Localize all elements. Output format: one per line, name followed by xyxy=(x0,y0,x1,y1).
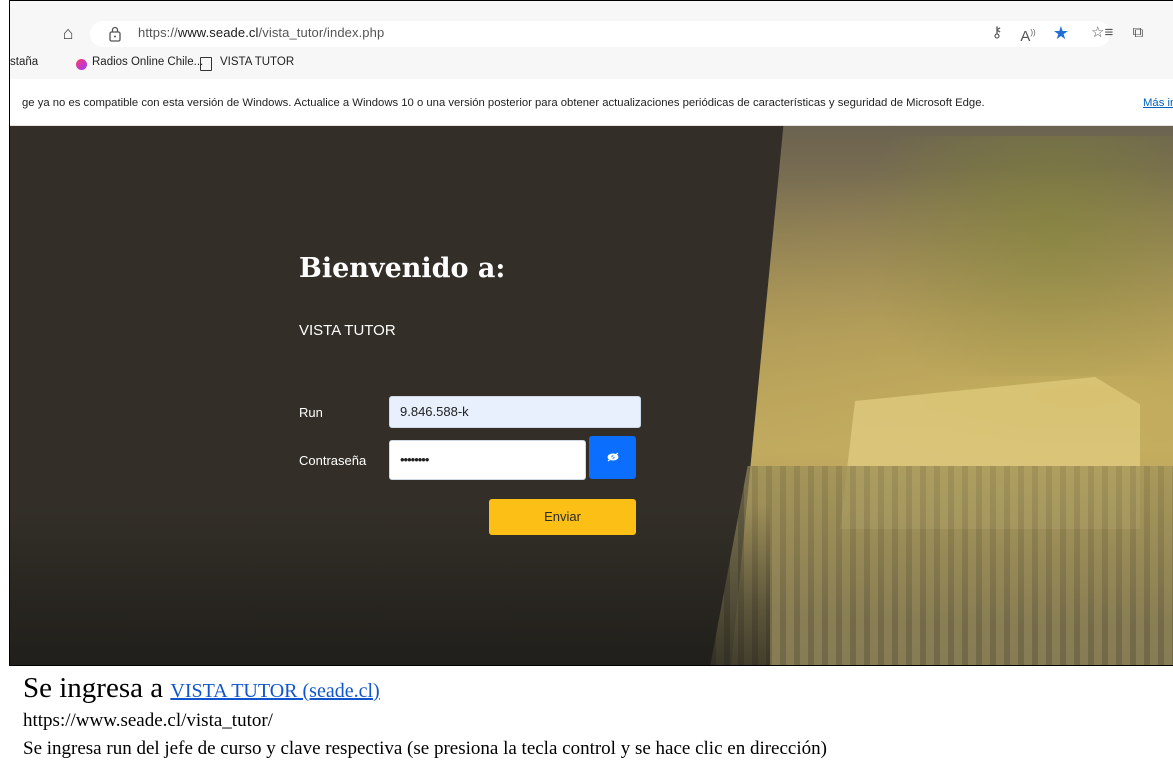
lock-icon[interactable] xyxy=(108,25,122,43)
welcome-title: Bienvenido a: xyxy=(299,253,506,284)
radios-logo-icon xyxy=(76,59,87,70)
info-bar: ge ya no es compatible con esta versión … xyxy=(10,79,1173,126)
browser-screenshot: ⌂ https://www.seade.cl/vista_tutor/index… xyxy=(9,0,1173,666)
read-aloud-icon[interactable]: A)) xyxy=(1018,23,1038,45)
url-domain: www.seade.cl xyxy=(177,25,259,40)
home-icon[interactable]: ⌂ xyxy=(58,23,78,43)
run-input[interactable]: 9.846.588-k xyxy=(389,396,641,428)
url-prefix: https:// xyxy=(138,25,178,40)
doc-line-1: Se ingresa a VISTA TUTOR (seade.cl) xyxy=(23,672,380,705)
more-info-link[interactable]: Más inf xyxy=(1143,97,1173,109)
url-path: /vista_tutor/index.php xyxy=(258,25,385,40)
login-page: Bienvenido a: VISTA TUTOR Run 9.846.588-… xyxy=(10,126,1173,665)
submit-button[interactable]: Enviar xyxy=(489,499,636,535)
vista-tutor-link[interactable]: VISTA TUTOR (seade.cl) xyxy=(170,680,379,702)
collections-icon[interactable]: ⧉ xyxy=(1128,23,1148,43)
favorite-item-vista-tutor[interactable]: VISTA TUTOR xyxy=(220,56,294,68)
favorites-list-icon[interactable]: ☆≡ xyxy=(1091,23,1113,43)
key-icon[interactable]: ⚷ xyxy=(987,23,1007,43)
app-subtitle: VISTA TUTOR xyxy=(299,322,396,339)
address-bar: ⌂ https://www.seade.cl/vista_tutor/index… xyxy=(10,1,1173,47)
document-icon xyxy=(200,57,212,71)
doc-line-3: Se ingresa run del jefe de curso y clave… xyxy=(23,738,827,759)
url-text[interactable]: https://www.seade.cl/vista_tutor/index.p… xyxy=(138,25,384,40)
doc-line-2: https://www.seade.cl/vista_tutor/ xyxy=(23,710,273,731)
password-label: Contraseña xyxy=(299,453,367,468)
doc-line-1-text: Se ingresa a xyxy=(23,672,171,704)
dark-shade xyxy=(10,506,770,665)
toggle-password-button[interactable] xyxy=(589,436,636,479)
favorite-item-radios[interactable]: Radios Online Chile... xyxy=(92,56,203,68)
password-input[interactable]: •••••••• xyxy=(389,440,586,480)
info-message: ge ya no es compatible con esta versión … xyxy=(22,97,985,109)
run-label: Run xyxy=(299,405,323,420)
favorite-star-icon[interactable]: ★ xyxy=(1051,23,1071,43)
eye-icon xyxy=(607,452,618,462)
favorite-item-1[interactable]: staña xyxy=(10,56,38,68)
favorites-bar: staña Radios Online Chile... VISTA TUTOR xyxy=(10,47,1173,80)
